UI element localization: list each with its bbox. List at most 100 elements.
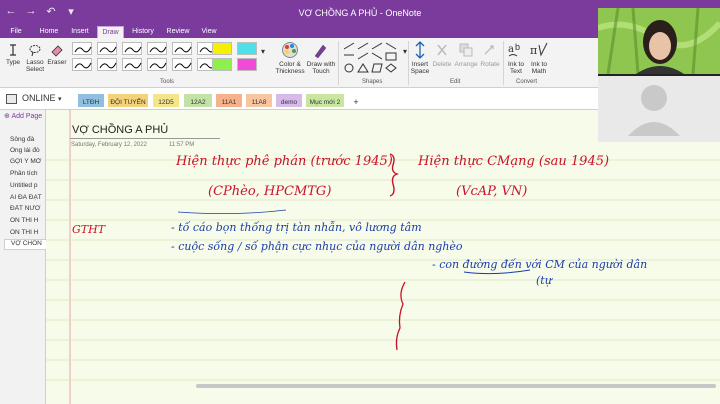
section-tab-muc-moi-2[interactable]: Mục mới 2 [306,94,344,107]
svg-text:a: a [508,44,514,55]
shapes-group-label: Shapes [362,79,383,85]
color-thickness-label: Color & Thickness [275,61,305,75]
type-label: Type [5,59,21,66]
delete-icon [437,44,447,56]
page-item-ong-lai-do[interactable]: Ông lái đò [10,147,46,154]
webcam-feed-image [597,7,720,142]
pen-black-1[interactable] [72,42,92,55]
onenote-window: ← → ↶ ▾ VỢ CHỒNG A PHỦ - OneNote File Ho… [0,0,720,404]
color-thickness-button[interactable]: Color & Thickness [274,41,306,75]
pen-stroke-icon [124,46,142,53]
pen-stroke-icon [174,62,192,69]
pen-black-11[interactable] [172,58,192,71]
lasso-icon [29,45,41,57]
highlighter-yellow[interactable] [212,42,232,55]
pen-black-3[interactable] [122,42,142,55]
pen-black-8[interactable] [97,58,117,71]
pen-stroke-icon [149,62,167,69]
section-tab-11a8[interactable]: 11A8 [246,94,272,107]
section-tab-12d5[interactable]: 12D5 [153,94,179,107]
tab-view[interactable]: View [198,26,220,38]
tab-draw[interactable]: Draw [97,26,124,38]
horizontal-scrollbar[interactable] [196,384,716,388]
page-item-on-thi-1[interactable]: ÔN THI H [10,217,46,224]
pen-black-2[interactable] [97,42,117,55]
rotate-icon [484,45,494,55]
ink-strokes [177,153,531,351]
ink-to-text-label: Ink to Text [508,61,524,75]
pen-black-4[interactable] [147,42,167,55]
ink-to-math-label: Ink to Math [531,61,547,75]
page-canvas[interactable]: VỢ CHỒNG A PHỦ Saturday, February 12, 20… [46,110,720,404]
page-item-dat-nuoc[interactable]: ĐẤT NƯỚ [10,205,46,212]
highlighter-cyan[interactable] [237,42,257,55]
pen-stroke-icon [124,62,142,69]
pen-black-10[interactable] [147,58,167,71]
section-tab-doi-tuyen[interactable]: ĐỘI TUYỂN [108,94,148,107]
pens-more-icon[interactable]: ▾ [259,48,267,56]
svg-text:b: b [515,42,520,52]
tab-file[interactable]: File [6,26,26,38]
tab-insert[interactable]: Insert [67,26,93,38]
section-tab-11a1[interactable]: 11A1 [216,94,242,107]
eraser-label: Eraser [47,59,67,66]
section-tab-demo[interactable]: demo [276,94,302,107]
type-cursor-icon [10,44,16,56]
pen-black-9[interactable] [122,58,142,71]
svg-text:π: π [530,44,537,57]
tab-history[interactable]: History [128,26,158,38]
lasso-label: Lasso Select [25,59,45,73]
page-list: ⊕ Add Page Sông đà Ông lái đò GỢI Ý MỞ P… [0,110,46,404]
notebook-icon [6,94,17,104]
page-item-on-thi-2[interactable]: ÔN THI H [10,229,46,236]
page-item-goi-y-mo[interactable]: GỢI Ý MỞ [10,158,46,165]
section-tab-ltdh[interactable]: LTĐH [78,94,104,107]
highlighter-green[interactable] [212,58,232,71]
ink-to-math-button[interactable]: π Ink to Math [528,41,550,75]
notebook-dropdown-icon: ▾ [58,96,62,103]
add-page-icon: ⊕ [4,113,10,120]
pen-black-5[interactable] [172,42,192,55]
tab-review[interactable]: Review [164,26,192,38]
group-separator [503,41,504,85]
pen-stroke-icon [174,46,192,53]
lasso-select-button[interactable]: Lasso Select [24,43,46,73]
ink-to-text-button[interactable]: ab Ink to Text [505,41,527,75]
pen-stroke-icon [99,62,117,69]
delete-label: Delete [432,61,452,68]
ink-to-math-icon: π [530,42,548,57]
notebook-name[interactable]: ONLINE ▾ [22,93,62,103]
rotate-button[interactable]: Rotate [479,41,501,68]
eraser-button[interactable]: Eraser [47,43,67,66]
add-page-button[interactable]: ⊕ Add Page [4,112,42,120]
draw-with-touch-button[interactable]: Draw with Touch [306,41,336,75]
arrange-button[interactable]: Arrange [453,41,479,68]
delete-button[interactable]: Delete [431,41,453,68]
tab-home[interactable]: Home [36,26,62,38]
insert-space-icon [415,41,425,59]
convert-group-label: Convert [516,79,538,85]
page-item-vo-chong-selected[interactable]: VỢ CHỒN [4,239,46,250]
add-section-button[interactable]: + [349,94,363,107]
section-tab-12a2[interactable]: 12A2 [184,94,212,107]
draw-with-touch-label: Draw with Touch [306,61,336,75]
highlighter-magenta[interactable] [237,58,257,71]
pen-stroke-icon [149,46,167,53]
page-item-untitled[interactable]: Untitled p [10,182,46,189]
type-button[interactable]: Type [3,43,23,66]
edit-group-label: Edit [450,79,461,85]
pen-stroke-icon [99,46,117,53]
touch-draw-icon [314,44,327,59]
page-item-phan-tich[interactable]: Phân tích [10,170,46,177]
arrange-label: Arrange [454,61,478,68]
insert-space-label: Insert Space [410,61,430,75]
page-item-ai-da-dat[interactable]: AI ĐÃ ĐẶT [10,194,46,201]
page-item-song-da[interactable]: Sông đà [10,136,46,143]
pen-stroke-icon [74,62,92,69]
palette-icon [282,42,298,58]
insert-space-button[interactable]: Insert Space [409,41,431,75]
tools-group-label: Tools [160,79,175,85]
pen-black-7[interactable] [72,58,92,71]
shapes-gallery[interactable] [342,41,402,75]
pen-stroke-icon [74,46,92,53]
